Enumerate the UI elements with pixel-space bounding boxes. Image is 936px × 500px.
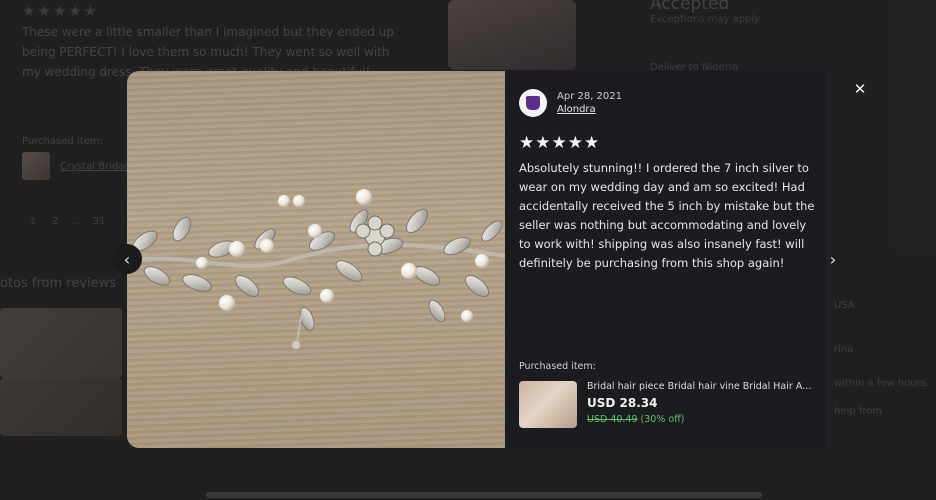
review-header: Apr 28, 2021 Alondra [519,89,812,117]
review-text: Absolutely stunning!! I ordered the 7 in… [519,161,815,270]
purchased-item-price: USD 28.34 [587,396,658,410]
reviewer-name-link[interactable]: Alondra [557,104,622,115]
review-detail-panel: Apr 28, 2021 Alondra ★★★★★ Absolutely st… [505,71,826,448]
review-meta: Apr 28, 2021 Alondra [557,91,622,115]
purchased-item-original-price: USD 40.49 [587,414,638,425]
purchased-item-info: Bridal hair piece Bridal hair vine Brida… [587,381,813,428]
previous-arrow-icon[interactable]: ‹ [112,244,142,274]
avatar-cup-icon [526,96,540,110]
purchased-item-original-row: USD 40.49 (30% off) [587,414,813,425]
purchased-item-title[interactable]: Bridal hair piece Bridal hair vine Brida… [587,381,813,392]
hair-vine-illustration [127,189,505,349]
review-star-rating: ★★★★★ [519,133,601,153]
purchased-item-thumbnail[interactable] [519,381,577,428]
purchased-item-discount: (30% off) [640,414,685,425]
reviewer-avatar [519,89,547,117]
review-photo-modal: Apr 28, 2021 Alondra ★★★★★ Absolutely st… [127,71,826,448]
purchased-item-label: Purchased item: [519,361,596,372]
purchased-item: Purchased item: Bridal hair piece Bridal… [519,361,815,428]
review-photo [127,71,505,448]
purchased-item-card[interactable]: Bridal hair piece Bridal hair vine Brida… [519,381,815,428]
review-date: Apr 28, 2021 [557,91,623,102]
close-icon[interactable]: ✕ [851,80,869,98]
next-arrow-icon[interactable]: › [818,244,848,274]
